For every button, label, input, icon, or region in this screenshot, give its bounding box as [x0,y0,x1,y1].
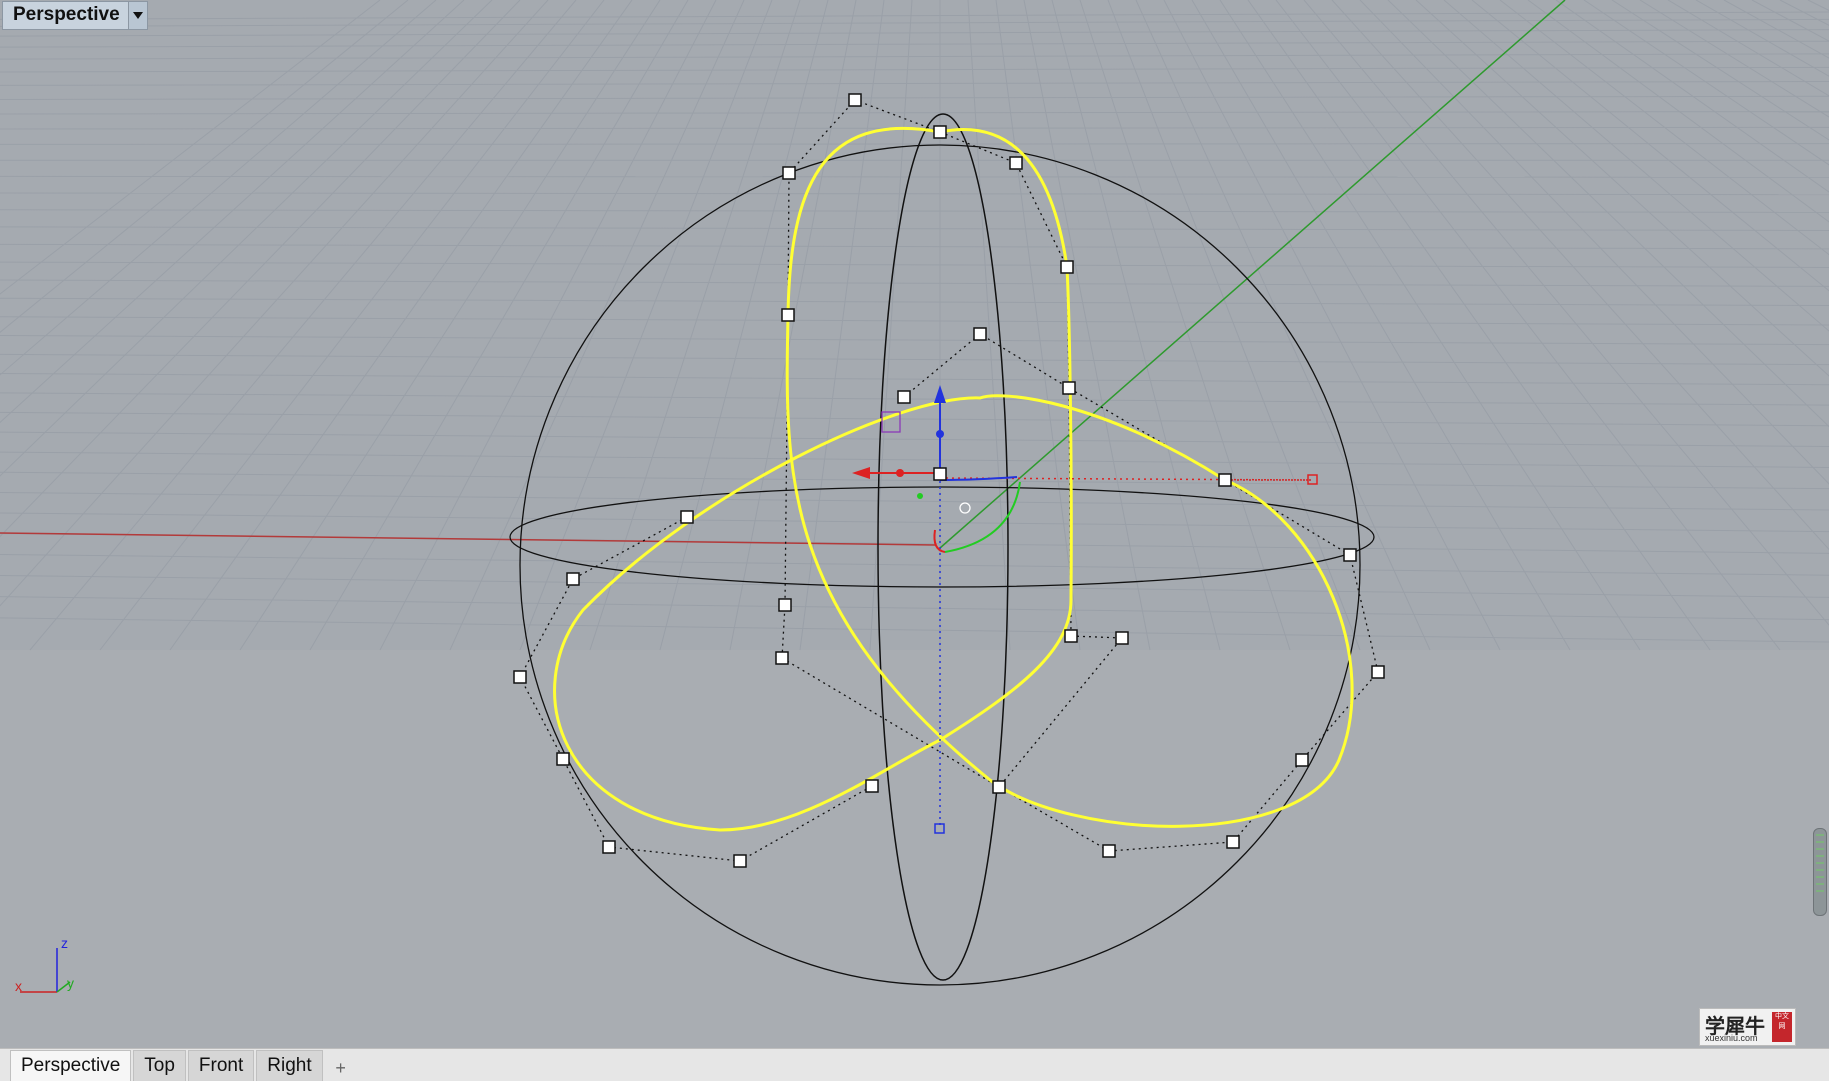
z-axis-label: z [61,935,68,951]
tab-top[interactable]: Top [133,1050,186,1081]
watermark-logo: 学犀牛 xuexiniu.com 中文网 [1699,1008,1796,1046]
control-point[interactable] [866,780,878,792]
control-point[interactable] [1116,632,1128,644]
control-point[interactable] [1065,630,1077,642]
viewport-tab-bar: Perspective Top Front Right + [0,1048,1829,1081]
control-point[interactable] [1227,836,1239,848]
viewport-scroll-handle[interactable] [1813,828,1827,916]
control-point[interactable] [776,652,788,664]
perspective-viewport[interactable]: Perspective x z y 学犀牛 xuexiniu.com 中文网 [0,0,1829,1048]
control-point[interactable] [1219,474,1231,486]
control-point[interactable] [603,841,615,853]
tab-right[interactable]: Right [256,1050,322,1081]
control-point[interactable] [1010,157,1022,169]
x-axis-label: x [15,978,22,994]
gumball-z-scale[interactable] [936,430,944,438]
tab-perspective[interactable]: Perspective [10,1050,131,1081]
control-point[interactable] [1061,261,1073,273]
control-point[interactable] [779,599,791,611]
control-point[interactable] [557,753,569,765]
control-point[interactable] [734,855,746,867]
plus-icon[interactable]: + [329,1055,353,1081]
control-point[interactable] [1063,382,1075,394]
control-point[interactable] [782,309,794,321]
control-point[interactable] [1103,845,1115,857]
control-point[interactable] [1372,666,1384,678]
control-point[interactable] [783,167,795,179]
viewport-scene[interactable] [0,0,1829,1048]
y-axis-label: y [67,975,74,991]
control-point[interactable] [514,671,526,683]
control-point[interactable] [974,328,986,340]
gumball-y-scale[interactable] [917,493,923,499]
caret-down-icon[interactable] [128,2,147,29]
control-point[interactable] [1296,754,1308,766]
control-point[interactable] [934,126,946,138]
control-point[interactable] [993,781,1005,793]
watermark-badge: 中文网 [1772,1012,1792,1042]
control-point[interactable] [898,391,910,403]
control-point[interactable] [567,573,579,585]
control-point[interactable] [934,468,946,480]
control-point[interactable] [1344,549,1356,561]
control-point[interactable] [681,511,693,523]
viewport-title-bar[interactable]: Perspective [2,1,148,30]
viewport-title[interactable]: Perspective [3,2,128,29]
control-point[interactable] [849,94,861,106]
gumball-x-scale[interactable] [896,469,904,477]
tab-front[interactable]: Front [188,1050,254,1081]
watermark-url: xuexiniu.com [1705,1033,1758,1043]
